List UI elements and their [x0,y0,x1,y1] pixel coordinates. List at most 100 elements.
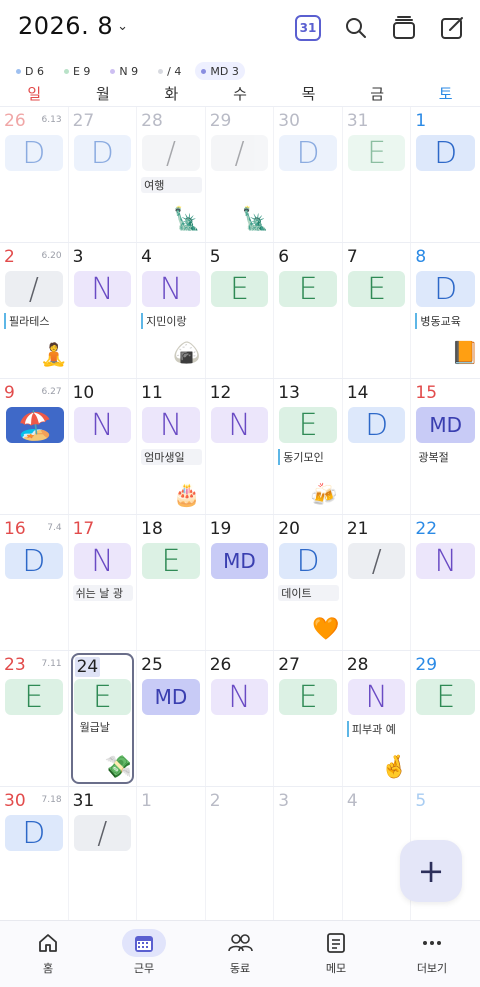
shift-badge[interactable]: N [73,543,132,579]
search-button[interactable] [340,12,372,44]
calendar-week-row: 23 7.11 E 24 E 월급날 💸 25 MD 26 N 27 E 28 N 피부과 예 🤞 29 E [0,650,480,786]
calendar-day-cell[interactable]: 13 E 동기모인 🍻 [274,379,343,514]
shift-badge[interactable]: N [73,407,132,443]
day-number: 24 [74,657,101,677]
calendar-day-cell[interactable]: 2 6.20 / 필라테스 🧘 [0,243,69,378]
shift-badge[interactable]: E [279,679,337,715]
shift-badge[interactable]: D [279,135,337,171]
nav-item-memo[interactable]: 메모 [288,921,384,987]
calendar-day-cell[interactable]: 2 [206,787,275,922]
shift-badge[interactable]: / [5,271,63,307]
calendar-day-cell[interactable]: 4 N 지민이랑 🍙 [137,243,206,378]
month-selector[interactable]: 2026. 8 ⌄ [18,12,129,40]
calendar-day-cell[interactable]: 1D [411,107,480,242]
shift-badge[interactable]: E [210,271,269,307]
memo-icon [314,929,358,957]
shift-badge[interactable]: D [5,815,63,851]
calendar-day-cell[interactable]: 10 N [69,379,138,514]
today-button[interactable]: 31 [292,12,324,44]
calendar-day-cell[interactable]: 30 D [274,107,343,242]
calendar-day-cell[interactable]: 19 MD [206,515,275,650]
calendar-day-cell[interactable]: 30 7.18 D [0,787,69,922]
calendar-day-cell[interactable]: 26 6.13 D [0,107,69,242]
shift-badge[interactable]: N [142,271,200,307]
calendar-day-cell[interactable]: 6E [274,243,343,378]
shift-badge[interactable]: N [416,543,475,579]
shift-count-summary: D 6 E 9 N 9 / 4 MD 3 [10,62,245,80]
calendar-day-cell[interactable]: 26 N [206,651,275,786]
layers-button[interactable] [388,12,420,44]
shift-badge[interactable]: D [347,407,406,443]
calendar-day-cell[interactable]: 23 7.11 E [0,651,69,786]
calendar-day-cell[interactable]: 22 N [411,515,480,650]
nav-item-people[interactable]: 동료 [192,921,288,987]
calendar-day-cell[interactable]: 15 MD 광복절 [411,379,480,514]
weekday-label: 목 [301,85,316,103]
calendar-day-cell[interactable]: 17 N 쉬는 날 광 [69,515,138,650]
shift-badge[interactable]: E [416,679,475,715]
shift-badge[interactable]: D [416,271,475,307]
shift-badge[interactable]: D [73,135,132,171]
shift-badge[interactable]: / [142,135,200,171]
weekday-header: 일월화수목금토 [0,82,480,106]
shift-badge[interactable]: N [210,679,269,715]
calendar-day-cell[interactable]: 29 / 🗽 [206,107,275,242]
shift-badge[interactable]: MD [142,679,200,715]
calendar-day-cell[interactable]: 24 E 월급날 💸 [69,651,138,786]
calendar-day-cell[interactable]: 27 E [274,651,343,786]
calendar-day-cell[interactable]: 21 / [343,515,412,650]
calendar-day-cell[interactable]: 3N [69,243,138,378]
calendar-day-cell[interactable]: 28 N 피부과 예 🤞 [343,651,412,786]
shift-badge[interactable]: E [142,543,200,579]
nav-item-calendar[interactable]: 근무 [96,921,192,987]
shift-badge[interactable]: D [416,135,475,171]
calendar-day-cell[interactable]: 31 E [343,107,412,242]
calendar-day-cell[interactable]: 29 E [411,651,480,786]
nav-item-more[interactable]: 더보기 [384,921,480,987]
shift-badge[interactable]: E [5,679,63,715]
nav-item-home[interactable]: 홈 [0,921,96,987]
shift-badge[interactable]: E [279,271,337,307]
search-icon [346,18,366,38]
day-number: 15 [415,383,438,403]
calendar-day-cell[interactable]: 16 7.4 D [0,515,69,650]
shift-badge[interactable]: E [279,407,337,443]
calendar-day-cell[interactable]: 8 D 병동교육 📙 [411,243,480,378]
calendar-day-cell[interactable]: 3 [274,787,343,922]
calendar-day-cell[interactable]: 18 E [137,515,206,650]
nav-item-label: 근무 [133,962,155,975]
calendar-day-cell[interactable]: 12 N [206,379,275,514]
shift-badge[interactable]: E [347,135,406,171]
shift-badge[interactable]: D [279,543,337,579]
calendar-day-cell[interactable]: 5E [206,243,275,378]
calendar-day-cell[interactable]: 27 D [69,107,138,242]
shift-badge[interactable]: D [5,543,63,579]
day-number: 4 [346,791,358,811]
shift-badge[interactable]: N [347,679,406,715]
shift-badge[interactable]: / [73,815,132,851]
shift-badge[interactable]: N [142,407,200,443]
calendar-day-cell[interactable]: 25 MD [137,651,206,786]
add-button[interactable]: + [400,840,462,902]
calendar-day-cell[interactable]: 7E [343,243,412,378]
shift-badge[interactable]: MD [416,407,475,443]
shift-badge[interactable]: E [347,271,406,307]
shift-badge[interactable]: / [210,135,269,171]
edit-button[interactable] [436,12,468,44]
calendar-day-cell[interactable]: 1 [137,787,206,922]
emoji-sticker-icon: 🍻 [310,483,338,508]
calendar-day-cell[interactable]: 28 / 여행 🗽 [137,107,206,242]
calendar-day-cell[interactable]: 31 / [69,787,138,922]
calendar-day-cell[interactable]: 11 N 엄마생일 🎂 [137,379,206,514]
shift-badge[interactable]: D [5,135,63,171]
shift-badge[interactable]: MD [210,543,269,579]
shift-badge[interactable]: E [73,679,132,715]
shift-badge[interactable]: N [73,271,132,307]
shift-badge[interactable]: N [210,407,269,443]
calendar-day-cell[interactable]: 20 D 데이트 🧡 [274,515,343,650]
calendar-day-cell[interactable]: 9 6.27 🏖️ [0,379,69,514]
calendar-day-cell[interactable]: 14 D [343,379,412,514]
shift-badge[interactable]: / [347,543,406,579]
day-number: 21 [346,519,369,539]
emoji-sticker-icon: 🗽 [241,207,270,232]
